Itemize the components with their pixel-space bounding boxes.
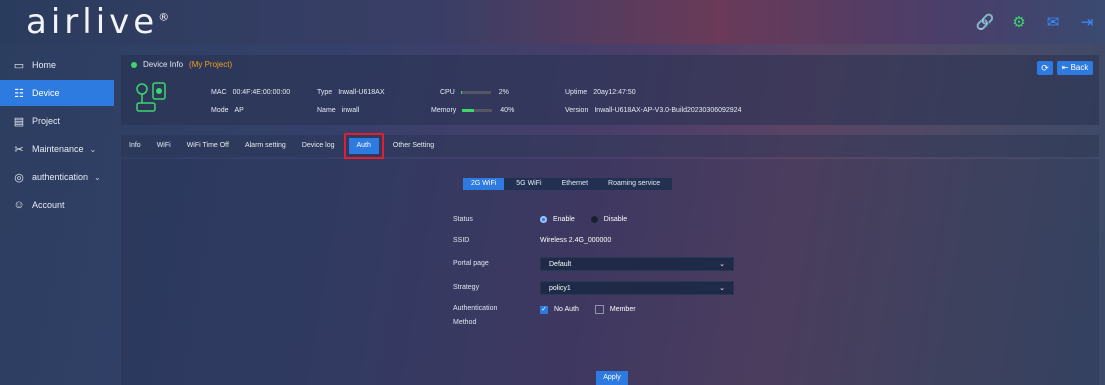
sidebar-item-account[interactable]: ☺ Account	[0, 192, 114, 218]
portal-page-select[interactable]: Default ⌄	[540, 257, 734, 271]
subtab-ethernet[interactable]: Ethernet	[554, 178, 596, 190]
sidebar-item-label: Project	[32, 116, 61, 126]
logout-icon[interactable]: ⇥	[1077, 12, 1097, 32]
strategy-label: Strategy	[453, 284, 480, 291]
router-icon	[136, 82, 166, 112]
cpu-usage-bar	[460, 90, 491, 94]
apply-button[interactable]: Apply	[596, 371, 628, 385]
chevron-down-icon: ⌄	[89, 144, 97, 154]
portal-page-label: Portal page	[453, 260, 489, 267]
subtab-2g-wifi[interactable]: 2G WiFi	[463, 178, 505, 190]
sidebar-item-authentication[interactable]: ◎ authentication ⌄	[0, 164, 114, 190]
mac-value: 00:4F:4E:00:00:00	[232, 89, 291, 96]
subtab-5g-wifi[interactable]: 5G WiFi	[508, 178, 549, 190]
sidebar-item-label: Device	[32, 88, 60, 98]
status-enable-radio[interactable]: Enable	[540, 216, 575, 223]
device-tabs: Info WiFi WiFi Time Off Alarm setting De…	[121, 133, 1099, 159]
uptime-value: 20ay12:47:50	[593, 89, 636, 96]
memory-value: 40%	[500, 107, 515, 114]
sidebar-item-label: Maintenance	[32, 144, 84, 154]
refresh-icon: ⟳	[1041, 63, 1049, 73]
back-button[interactable]: ⇤ Back	[1057, 61, 1093, 75]
tab-auth[interactable]: Auth	[343, 133, 384, 159]
project-link[interactable]: (My Project)	[189, 60, 232, 69]
checkmark-icon: ✓	[540, 305, 548, 314]
radio-checked-icon	[540, 216, 547, 223]
status-disable-radio[interactable]: Disable	[590, 216, 627, 223]
user-icon: ☺	[13, 199, 25, 211]
tab-wifi[interactable]: WiFi	[149, 138, 179, 154]
home-icon: ▭	[13, 59, 25, 72]
tab-device-log[interactable]: Device log	[294, 138, 343, 154]
sidebar-item-project[interactable]: ▤ Project	[0, 108, 114, 134]
sidebar-item-maintenance[interactable]: ✂ Maintenance ⌄	[0, 136, 114, 162]
tab-other-setting[interactable]: Other Setting	[385, 138, 442, 154]
chevron-down-icon: ⌄	[719, 261, 725, 268]
airlive-logo[interactable]: airlive®	[26, 2, 169, 42]
memory-usage-bar	[462, 108, 493, 112]
band-subtabs: 2G WiFi 5G WiFi Ethernet Roaming service	[463, 178, 673, 190]
device-icon: ☷	[14, 87, 24, 100]
radio-unchecked-icon	[590, 216, 598, 223]
back-arrow-icon: ⇤	[1061, 63, 1069, 72]
ssid-label: SSID	[453, 237, 470, 244]
sidebar-item-label: authentication	[32, 172, 89, 182]
maintenance-icon: ✂	[14, 143, 24, 156]
ssid-value: Wireless 2.4G_000000	[540, 237, 612, 244]
mail-icon[interactable]: ✉	[1043, 12, 1063, 32]
member-checkbox[interactable]: Member	[594, 305, 636, 314]
status-label: Status	[453, 216, 473, 223]
strategy-select[interactable]: policy1 ⌄	[540, 281, 734, 295]
sidebar-item-home[interactable]: ▭ Home	[0, 52, 114, 78]
checkbox-empty-icon	[594, 305, 604, 314]
cpu-value: 2%	[498, 89, 509, 96]
refresh-button[interactable]: ⟳	[1037, 61, 1053, 75]
chevron-down-icon: ⌄	[719, 285, 725, 292]
sidebar-item-label: Account	[32, 200, 65, 210]
tab-info[interactable]: Info	[121, 138, 149, 154]
auth-method-label: Authentication Method	[453, 305, 498, 326]
online-status-dot	[131, 61, 137, 68]
name-value: inwall	[341, 107, 360, 114]
link-icon[interactable]: 🔗	[975, 12, 995, 32]
subtab-roaming-service[interactable]: Roaming service	[600, 178, 668, 190]
project-icon: ▤	[13, 115, 25, 128]
device-info-panel: Device Info (My Project) ⟳ ⇤ Back MAC 00:…	[121, 55, 1099, 125]
sidebar-item-device[interactable]: ☷ Device	[0, 80, 114, 106]
tab-alarm-setting[interactable]: Alarm setting	[237, 138, 294, 154]
auth-content: 2G WiFi 5G WiFi Ethernet Roaming service…	[121, 159, 1099, 385]
top-bar: airlive® 🔗 ⚙ ✉ ⇥	[0, 0, 1105, 44]
version-value: Inwall-U618AX-AP-V3.0-Build2023030609292…	[594, 107, 742, 114]
settings-gear-icon[interactable]: ⚙	[1009, 12, 1029, 32]
no-auth-checkbox[interactable]: ✓ No Auth	[540, 305, 579, 314]
chevron-down-icon: ⌄	[94, 172, 101, 182]
sidebar: ▭ Home ☷ Device ▤ Project ✂ Maintenance ⌄ ◎ au…	[0, 52, 114, 220]
device-info-title: Device Info	[143, 60, 184, 69]
sidebar-item-label: Home	[32, 60, 57, 70]
tab-wifi-time-off[interactable]: WiFi Time Off	[179, 138, 237, 154]
shield-icon: ◎	[14, 171, 24, 184]
type-value: Inwall-U618AX	[338, 89, 385, 96]
mode-value: AP	[234, 107, 244, 114]
